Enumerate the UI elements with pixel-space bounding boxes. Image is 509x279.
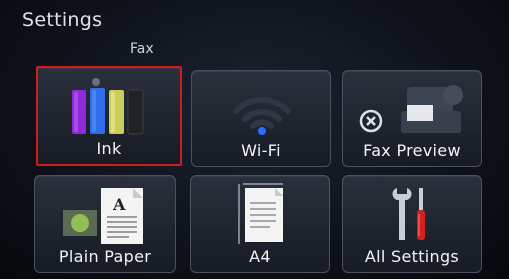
wifi-button[interactable]: Wi-Fi bbox=[191, 70, 331, 167]
paper-size-button[interactable]: A4 bbox=[190, 175, 330, 273]
ink-button[interactable]: Ink bbox=[36, 66, 182, 166]
wifi-icon bbox=[233, 96, 291, 135]
paper-size-label: A4 bbox=[249, 247, 271, 266]
tools-icon bbox=[392, 188, 425, 240]
svg-text:A: A bbox=[112, 195, 126, 214]
all-settings-label: All Settings bbox=[364, 247, 460, 266]
fax-preview-label: Fax Preview bbox=[363, 141, 461, 160]
ink-cartridges-icon bbox=[72, 78, 144, 135]
fax-preview-icon bbox=[359, 85, 463, 133]
paper-size-icon bbox=[238, 183, 283, 244]
fax-preview-button[interactable]: Fax Preview bbox=[342, 70, 482, 167]
wifi-label: Wi-Fi bbox=[241, 141, 281, 160]
paper-type-button[interactable]: A Plain Paper bbox=[34, 175, 176, 273]
all-settings-button[interactable]: All Settings bbox=[342, 175, 482, 273]
paper-type-label: Plain Paper bbox=[58, 247, 152, 266]
ink-label: Ink bbox=[96, 139, 122, 158]
screen-subtitle: Fax bbox=[130, 41, 154, 57]
screen-title: Settings bbox=[22, 9, 103, 31]
paper-type-icon: A bbox=[63, 188, 143, 244]
